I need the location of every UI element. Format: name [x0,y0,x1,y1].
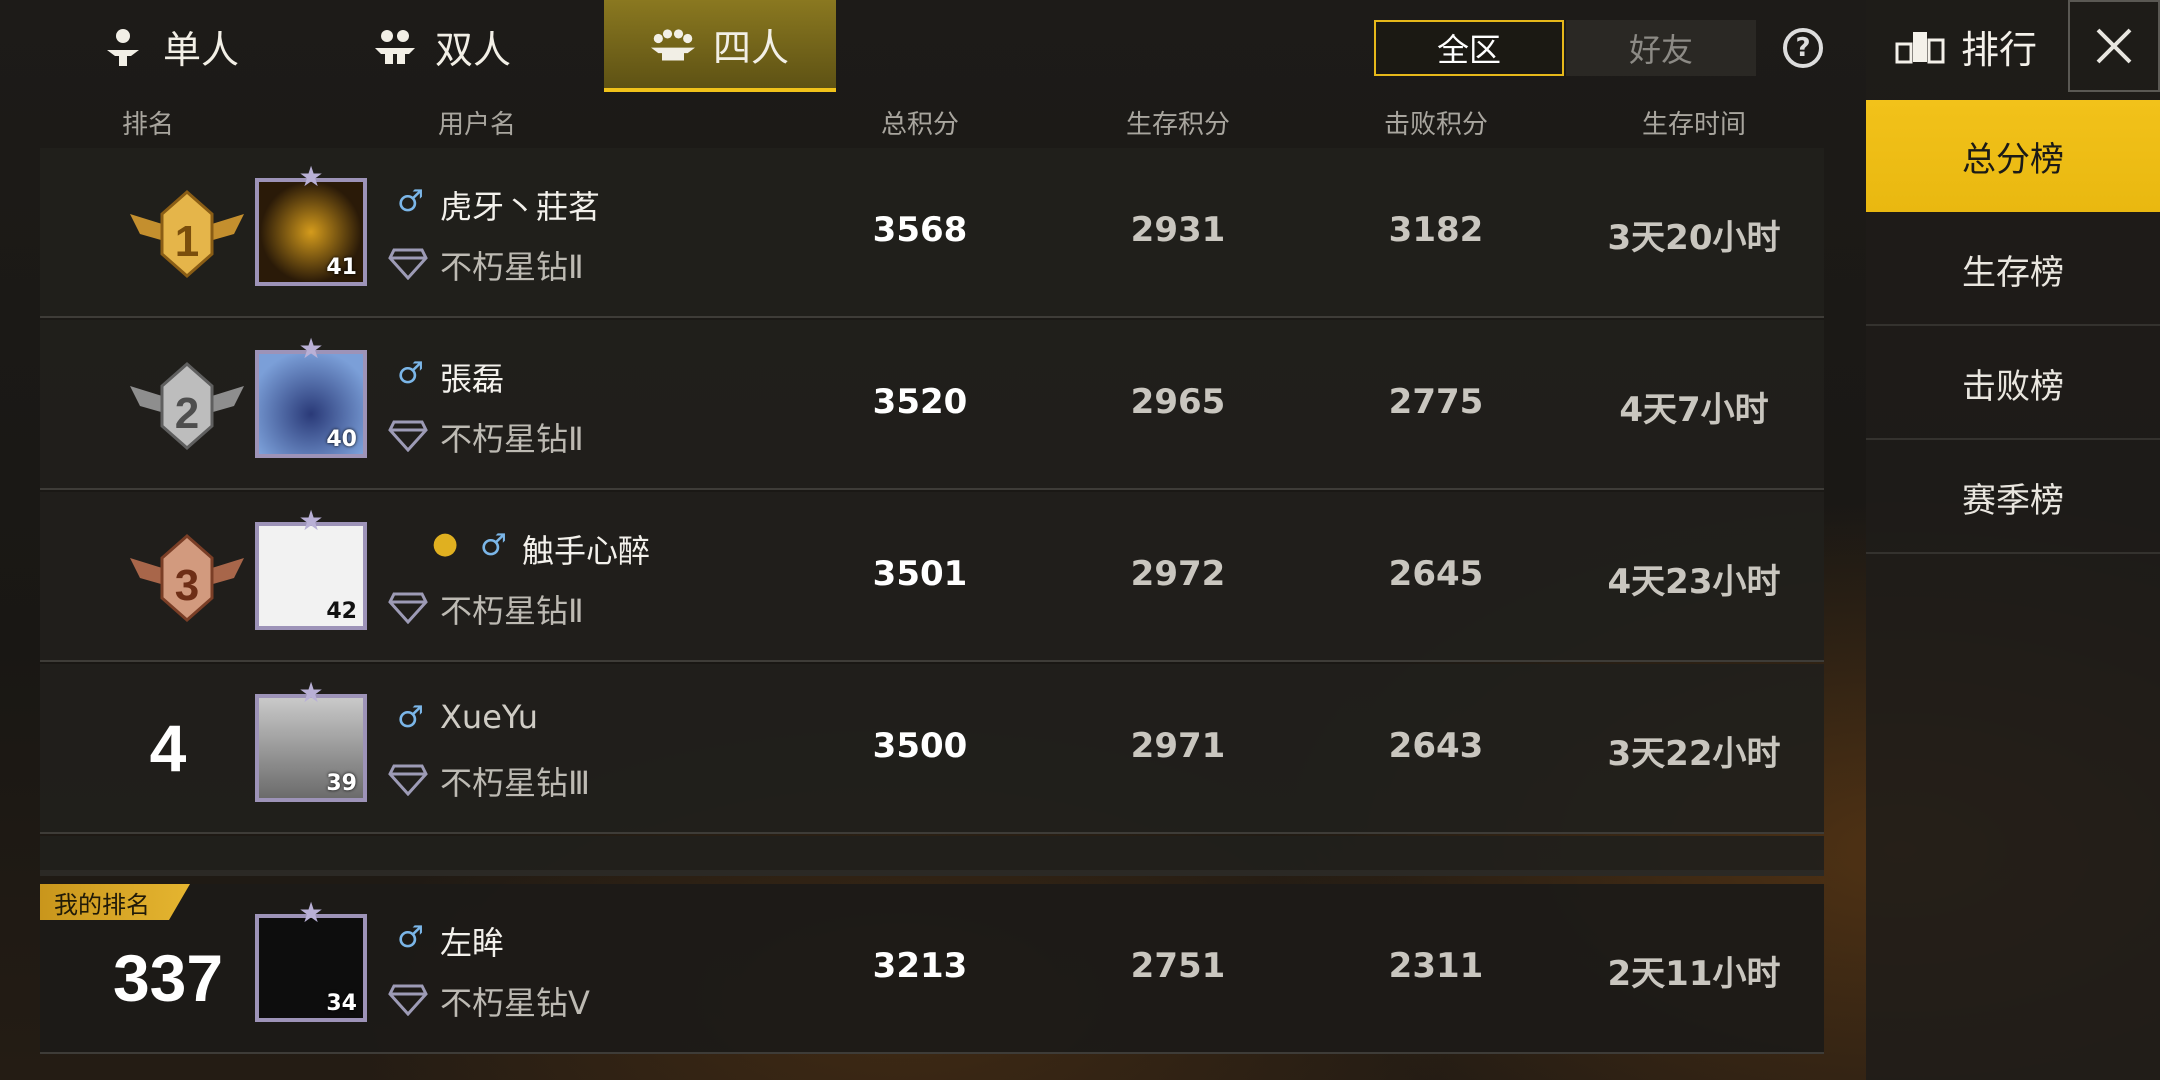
sidebar-item-kill[interactable]: 击败榜 [1866,328,2160,440]
diamond-tier-icon [388,984,428,1016]
sidebar-item-season[interactable]: 赛季榜 [1866,442,2160,554]
scope-friends-button[interactable]: 好友 [1566,20,1756,76]
tab-single[interactable]: 单人 [80,0,260,92]
col-total: 总积分 [880,110,960,140]
sidebar-title: 排行 [1960,27,2037,72]
scope-region-button[interactable]: 全区 [1374,20,1564,76]
survival-score: 2965 [1130,382,1226,422]
sidebar-item-total[interactable]: 总分榜 [1866,100,2160,212]
tab-duo[interactable]: 双人 [362,0,522,92]
svg-text:2: 2 [175,389,199,438]
survival-time: 3天22小时 [1607,734,1781,774]
username: 触手心醉 [522,532,651,570]
col-time: 生存时间 [1641,110,1747,140]
kill-score: 2643 [1388,726,1484,766]
avatar[interactable]: ★ 42 [255,504,367,630]
avatar[interactable]: ★ 40 [255,332,367,458]
avatar[interactable]: ★ 39 [255,676,367,802]
table-row[interactable]: 4 ★ 39 ♂ XueYu 不朽星钻Ⅲ 3500 2971 2643 3天22… [40,664,1824,834]
tab-duo-label: 双人 [434,27,511,72]
username: XueYu [440,698,539,736]
svg-text:3: 3 [175,561,199,610]
table-row[interactable]: 1 ★ 41 ♂ 虎牙丶莊茗 不朽星钻Ⅱ 3568 2931 3182 3天20… [40,148,1824,318]
tier-label: 不朽星钻Ⅱ [440,248,584,286]
question-icon[interactable]: ? [1783,28,1823,68]
male-icon: ♂ [480,528,507,563]
duo-people-icon [374,30,415,64]
table-row[interactable]: 2 ★ 40 ♂ 張磊 不朽星钻Ⅱ 3520 2965 2775 4天7小时 [40,320,1824,490]
username: 虎牙丶莊茗 [440,188,601,226]
kill-score: 2311 [1388,946,1484,986]
col-username: 用户名 [437,110,517,140]
star-icon: ★ [298,160,324,193]
col-kill: 击败积分 [1383,110,1489,140]
tier-label: 不朽星钻Ⅲ [440,764,591,802]
close-button[interactable] [2068,0,2160,92]
close-icon [2096,28,2132,64]
tier-label: 不朽星钻Ⅱ [440,592,584,630]
kill-score: 2645 [1388,554,1484,594]
tier-label: 不朽星钻Ⅱ [440,420,584,458]
tier-label: 不朽星钻Ⅴ [440,984,590,1022]
squad-people-icon [650,29,695,61]
level-badge: 40 [326,427,357,452]
male-icon: ♂ [397,356,424,391]
total-score: 3501 [872,554,968,594]
survival-time: 4天7小时 [1619,390,1769,430]
diamond-tier-icon [388,764,428,796]
tab-squad-label: 四人 [712,25,789,70]
star-icon: ★ [298,504,324,537]
svg-text:1: 1 [175,217,199,266]
survival-time: 3天20小时 [1607,218,1781,258]
survival-score: 2931 [1130,210,1226,250]
survival-score: 2971 [1130,726,1226,766]
col-survival: 生存积分 [1125,110,1231,140]
total-score: 3520 [872,382,968,422]
total-score: 3500 [872,726,968,766]
qq-penguin-icon: ● [432,526,459,561]
star-icon: ★ [298,676,324,709]
level-badge: 42 [326,599,357,624]
ranking-icon [1895,32,1945,64]
survival-time: 4天23小时 [1607,562,1781,602]
my-rank-tag: 我的排名 [40,884,190,920]
diamond-tier-icon [388,420,428,452]
silver-rank-medal-icon: 2 [130,362,244,450]
my-rank-row[interactable]: 337 ★ 34 ♂ 左眸 不朽星钻Ⅴ 3213 2751 2311 2天11小… [40,884,1824,1054]
total-score: 3213 [872,946,968,986]
table-row-partial [40,836,1824,876]
rank-number: 4 [149,711,187,785]
sidebar-header: 排行 [1866,0,2066,92]
level-badge: 41 [326,255,357,280]
level-badge: 39 [326,771,357,796]
kill-score: 3182 [1388,210,1484,250]
star-icon: ★ [298,896,324,929]
leaderboard-sidebar: 排行 总分榜 生存榜 击败榜 赛季榜 [1866,0,2160,1080]
bronze-rank-medal-icon: 3 [130,534,244,622]
male-icon: ♂ [397,700,424,735]
single-person-icon [106,29,139,66]
male-icon: ♂ [397,184,424,219]
star-icon: ★ [298,332,324,365]
level-badge: 34 [326,991,357,1016]
avatar[interactable]: ★ 41 [255,160,367,286]
avatar[interactable]: ★ 34 [255,896,367,1022]
username: 張磊 [440,360,505,398]
diamond-tier-icon [388,592,428,624]
survival-score: 2751 [1130,946,1226,986]
male-icon: ♂ [397,920,424,955]
total-score: 3568 [872,210,968,250]
diamond-tier-icon [388,248,428,280]
survival-score: 2972 [1130,554,1226,594]
col-rank: 排名 [121,110,175,140]
kill-score: 2775 [1388,382,1484,422]
tab-squad[interactable]: 四人 [604,0,836,92]
username: 左眸 [440,924,505,962]
gold-rank-medal-icon: 1 [130,190,244,278]
sidebar-item-survival[interactable]: 生存榜 [1866,214,2160,326]
survival-time: 2天11小时 [1607,954,1781,994]
tab-single-label: 单人 [162,27,239,72]
table-row[interactable]: 3 ★ 42 ● ♂ 触手心醉 不朽星钻Ⅱ 3501 2972 2645 4天2… [40,492,1824,662]
